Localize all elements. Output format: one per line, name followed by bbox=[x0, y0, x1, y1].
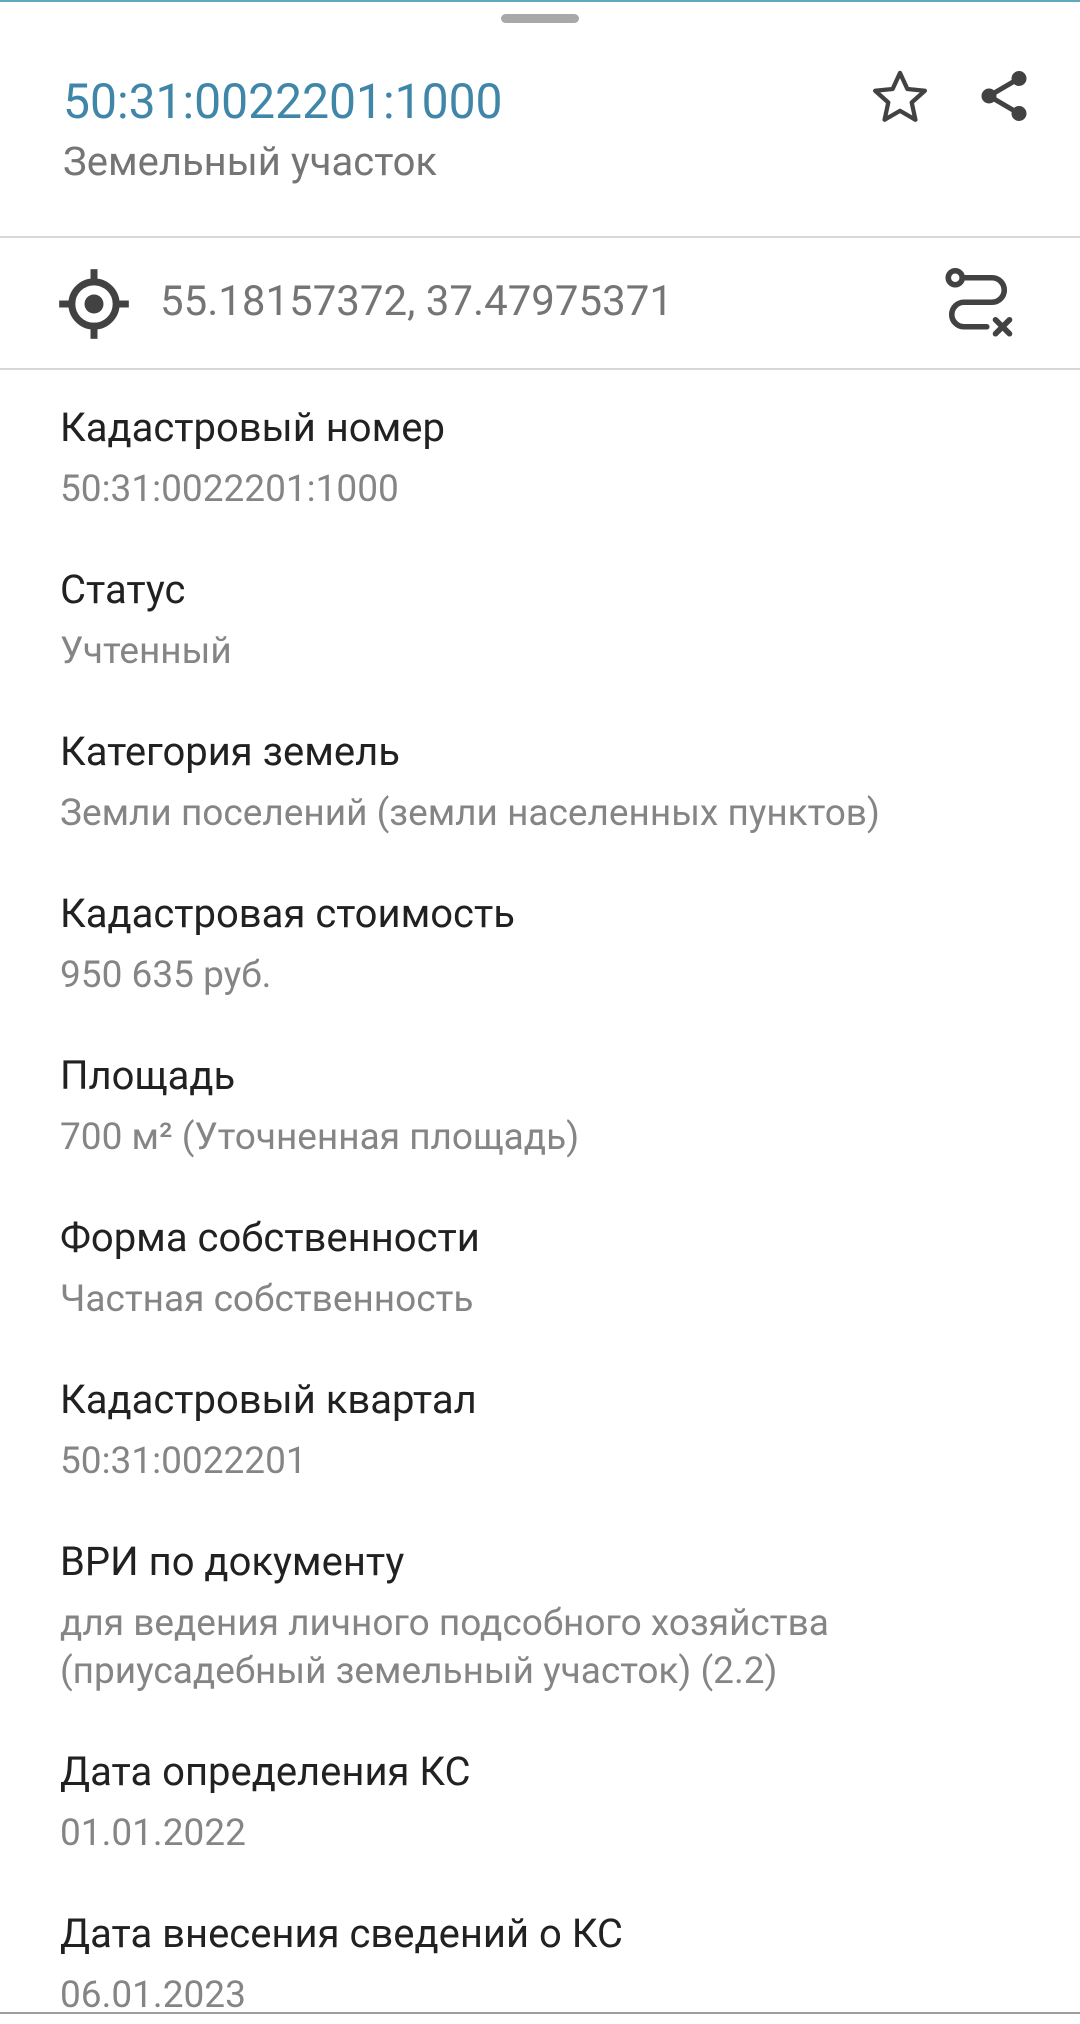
field-status[interactable]: Статус Учтенный bbox=[60, 564, 1040, 676]
field-value: 50:31:0022201 bbox=[60, 1440, 307, 1483]
route-button[interactable] bbox=[936, 262, 1020, 346]
coordinates-text[interactable]: 55.18157372, 37.47975371 bbox=[160, 274, 673, 330]
field-label: Площадь bbox=[60, 1052, 236, 1099]
field-valuation-entry-date[interactable]: Дата внесения сведений о КС 06.01.2023 bbox=[60, 1908, 1040, 2020]
favorite-button[interactable] bbox=[864, 62, 936, 134]
bottom-divider bbox=[0, 2012, 1080, 2014]
field-value: Частная собственность bbox=[60, 1278, 474, 1321]
field-label: ВРИ по документу bbox=[60, 1538, 405, 1585]
field-value: 50:31:0022201:1000 bbox=[60, 468, 399, 511]
field-value: Земли поселений (земли населенных пункто… bbox=[60, 792, 880, 835]
coordinates-row[interactable]: 55.18157372, 37.47975371 bbox=[0, 238, 1080, 370]
object-type-subtitle: Земельный участок bbox=[63, 138, 438, 185]
route-clear-icon bbox=[945, 267, 1013, 337]
field-cadastral-number[interactable]: Кадастровый номер 50:31:0022201:1000 bbox=[60, 402, 1040, 514]
field-label: Форма собственности bbox=[60, 1214, 480, 1261]
field-label: Дата определения КС bbox=[60, 1748, 471, 1795]
property-details-sheet: 50:31:0022201:1000 Земельный участок 55.… bbox=[0, 0, 1080, 2024]
drag-handle[interactable] bbox=[501, 14, 579, 23]
field-value: 01.01.2022 bbox=[60, 1812, 246, 1855]
field-label: Дата внесения сведений о КС bbox=[60, 1910, 623, 1957]
star-outline-icon bbox=[873, 70, 927, 122]
field-value: Учтенный bbox=[60, 630, 232, 673]
gps-target-icon bbox=[59, 269, 129, 339]
share-icon bbox=[981, 71, 1027, 121]
field-value: 950 635 руб. bbox=[60, 954, 272, 997]
cadastral-number-title[interactable]: 50:31:0022201:1000 bbox=[63, 72, 503, 132]
field-label: Категория земель bbox=[60, 728, 400, 775]
field-label: Кадастровый квартал bbox=[60, 1376, 477, 1423]
field-label: Статус bbox=[60, 566, 186, 613]
field-area[interactable]: Площадь 700 м² (Уточненная площадь) bbox=[60, 1050, 1040, 1162]
share-button[interactable] bbox=[968, 60, 1040, 132]
sheet-header: 50:31:0022201:1000 Земельный участок bbox=[0, 2, 1080, 238]
field-cadastral-value[interactable]: Кадастровая стоимость 950 635 руб. bbox=[60, 888, 1040, 1000]
field-cadastral-quarter[interactable]: Кадастровый квартал 50:31:0022201 bbox=[60, 1374, 1040, 1486]
field-label: Кадастровый номер bbox=[60, 404, 445, 451]
field-label: Кадастровая стоимость bbox=[60, 890, 515, 937]
field-permitted-use[interactable]: ВРИ по документу для ведения личного под… bbox=[60, 1536, 1040, 1696]
field-ownership-form[interactable]: Форма собственности Частная собственност… bbox=[60, 1212, 1040, 1324]
field-value: для ведения личного подсобного хозяйства… bbox=[60, 1602, 829, 1693]
field-valuation-date[interactable]: Дата определения КС 01.01.2022 bbox=[60, 1746, 1040, 1858]
field-land-category[interactable]: Категория земель Земли поселений (земли … bbox=[60, 726, 1040, 838]
field-value: 700 м² (Уточненная площадь) bbox=[60, 1116, 580, 1159]
